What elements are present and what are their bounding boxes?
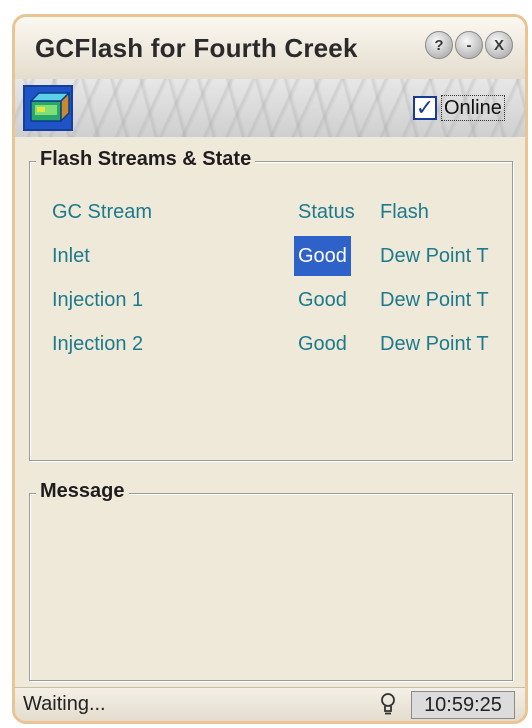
online-checkbox[interactable]: ✓ [413, 96, 437, 120]
row-stream[interactable]: Injection 1 [52, 286, 143, 314]
minimize-button[interactable]: - [455, 31, 483, 59]
row-status[interactable]: Good [298, 330, 347, 358]
checkmark-icon: ✓ [415, 95, 435, 120]
banner: ✓ Online [15, 79, 525, 137]
streams-group-legend: Flash Streams & State [36, 148, 256, 171]
app-icon [23, 85, 73, 131]
online-label[interactable]: Online [441, 95, 505, 121]
message-group: Message [29, 480, 513, 681]
column-header-status: Status [298, 201, 355, 223]
status-bar: Waiting... 10:59:25 [15, 687, 525, 721]
streams-group: Flash Streams & State GC Stream Status F… [29, 148, 513, 461]
online-toggle[interactable]: ✓ Online [413, 93, 505, 123]
app-window: GCFlash for Fourth Creek ? - X ✓ Online [12, 14, 528, 724]
help-icon: ? [434, 36, 444, 54]
row-stream[interactable]: Inlet [52, 242, 90, 270]
column-header-flash: Flash [380, 201, 429, 223]
message-group-legend: Message [36, 480, 129, 503]
column-header-gc-stream: GC Stream [52, 201, 153, 223]
row-status[interactable]: Good [298, 286, 347, 314]
row-flash[interactable]: Dew Point T [380, 242, 489, 270]
window-title: GCFlash for Fourth Creek [35, 33, 358, 63]
title-bar[interactable]: GCFlash for Fourth Creek ? - X [15, 17, 525, 79]
help-button[interactable]: ? [425, 31, 453, 59]
close-icon: X [493, 36, 504, 54]
row-flash[interactable]: Dew Point T [380, 330, 489, 358]
time-display: 10:59:25 [411, 691, 515, 719]
row-stream[interactable]: Injection 2 [52, 330, 143, 358]
row-status[interactable]: Good [294, 236, 351, 276]
close-button[interactable]: X [485, 31, 513, 59]
status-text: Waiting... [23, 693, 106, 715]
lightbulb-icon[interactable] [379, 692, 397, 721]
row-flash[interactable]: Dew Point T [380, 286, 489, 314]
minimize-icon: - [466, 36, 472, 54]
